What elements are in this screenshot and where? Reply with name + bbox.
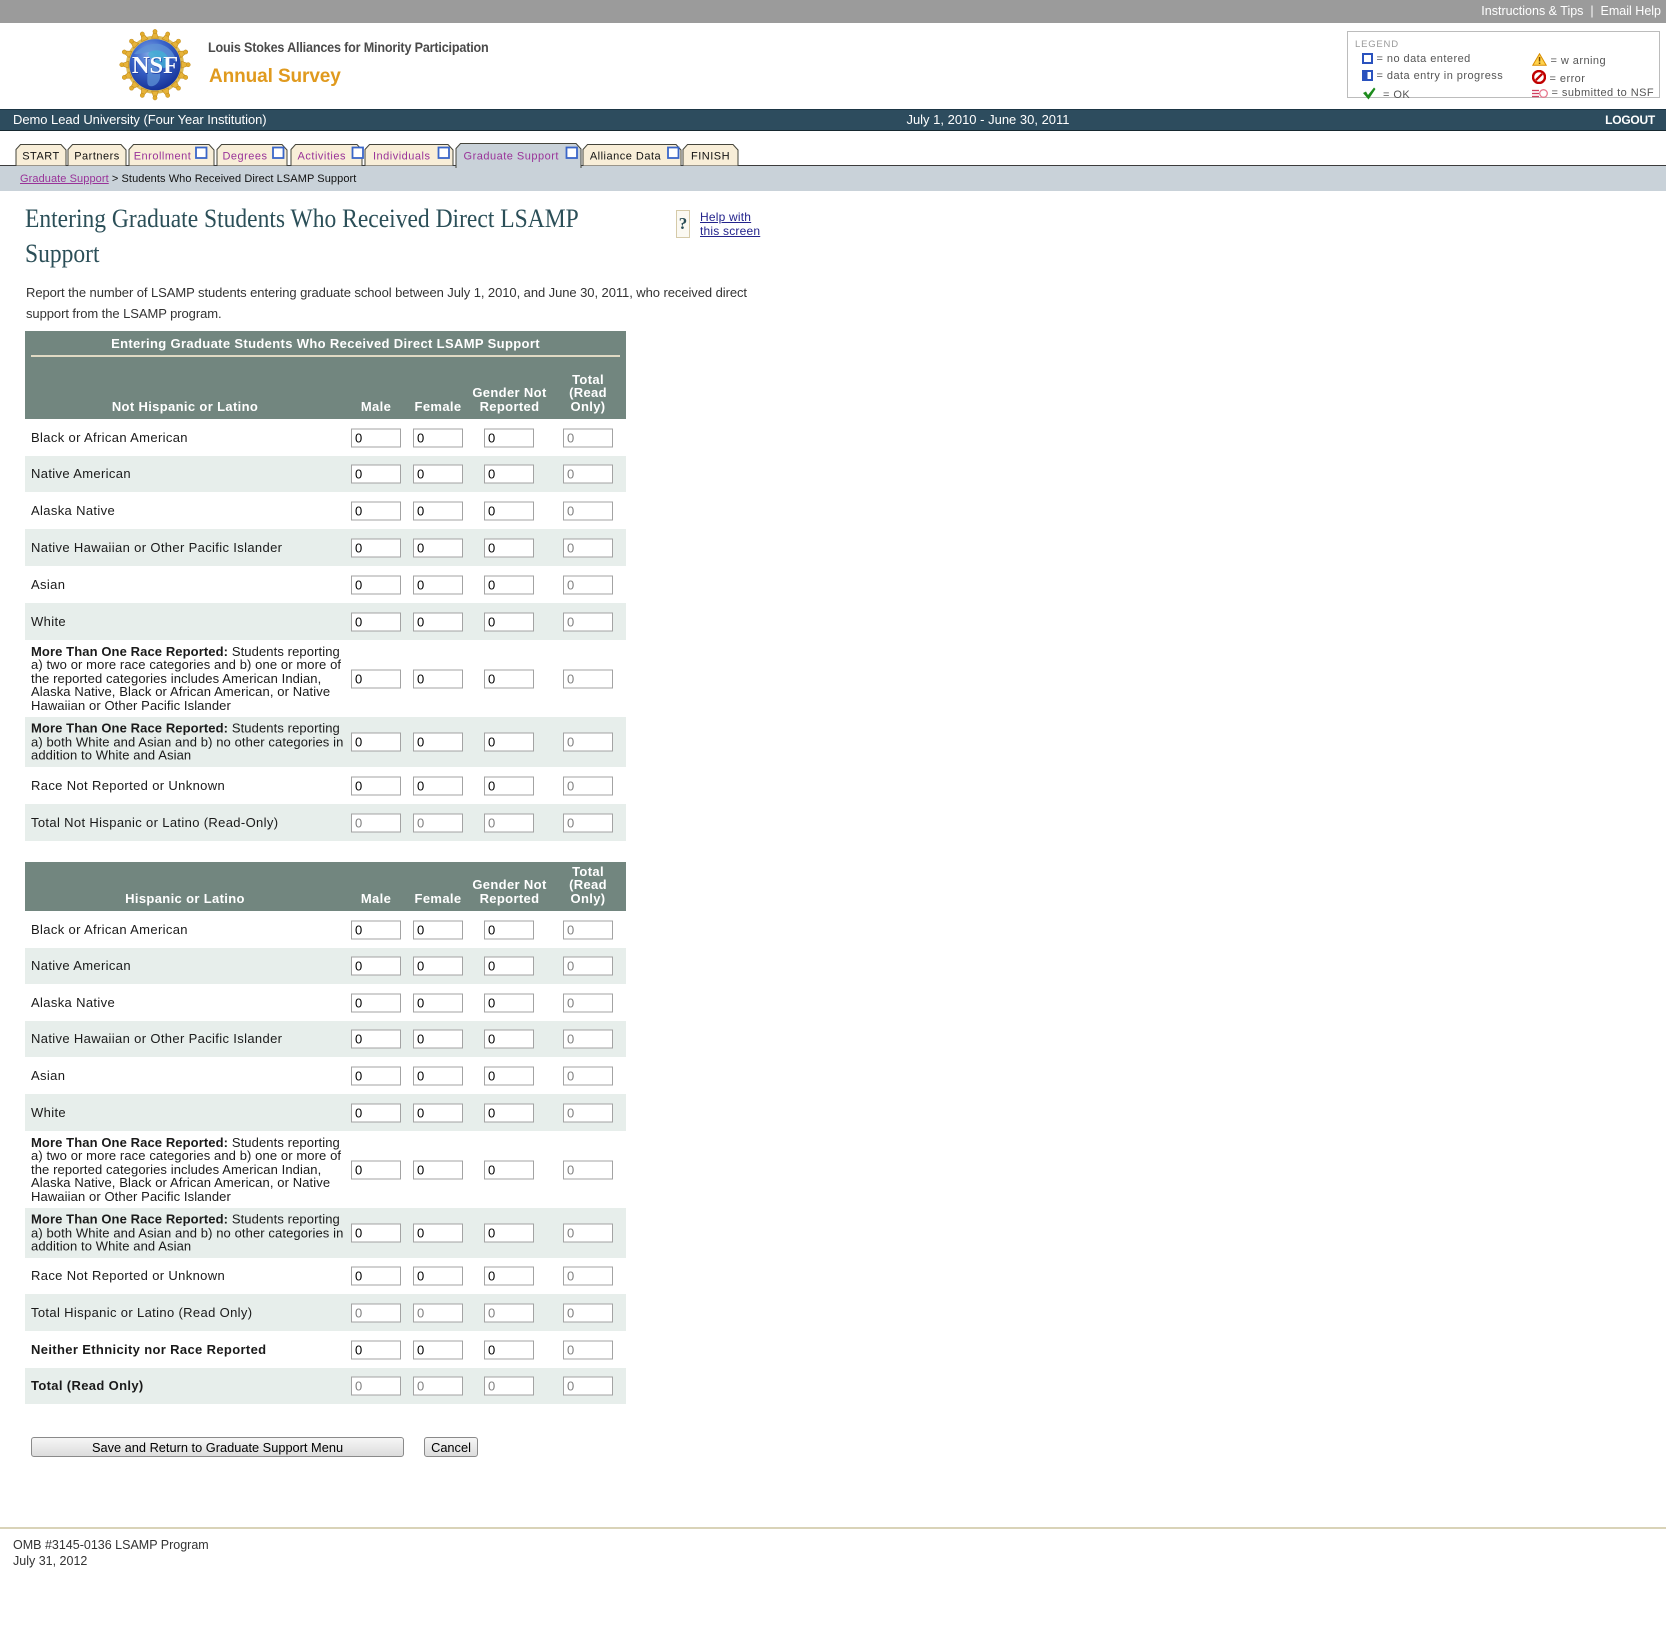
svg-text:FINISH: FINISH xyxy=(691,151,730,163)
svg-text:Partners: Partners xyxy=(74,151,120,163)
svg-text:Enrollment: Enrollment xyxy=(134,151,192,163)
svg-text:START: START xyxy=(22,151,60,163)
svg-text:Individuals: Individuals xyxy=(373,151,430,163)
svg-text:Graduate Support: Graduate Support xyxy=(464,151,559,163)
svg-text:Activities: Activities xyxy=(298,151,346,163)
svg-text:Degrees: Degrees xyxy=(222,151,267,163)
svg-text:Alliance Data: Alliance Data xyxy=(590,151,662,163)
